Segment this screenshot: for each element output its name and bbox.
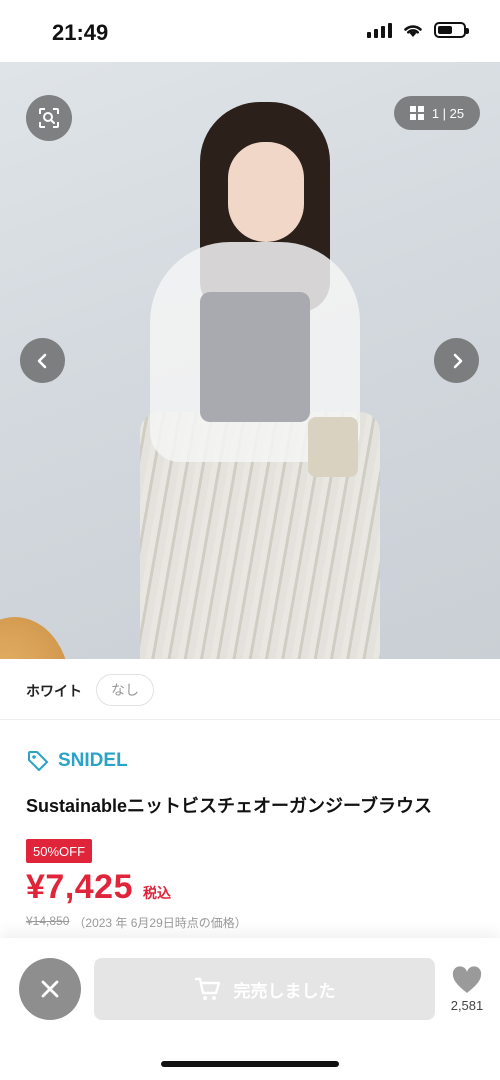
close-icon [41, 980, 59, 998]
signal-icon [367, 22, 392, 38]
product-photo-model [130, 92, 390, 659]
original-price: ¥14,850 [26, 914, 70, 928]
product-photo-prop [0, 617, 70, 659]
bottom-action-bar: 完売しました 2,581 [0, 938, 500, 1080]
previous-image-button[interactable] [20, 338, 65, 383]
sold-out-label: 完売しました [233, 981, 336, 1001]
tax-label: 税込 [143, 885, 171, 901]
price-note: （2023 年 6月29日時点の価格） [73, 916, 247, 930]
next-image-button[interactable] [434, 338, 479, 383]
status-bar: 21:49 [0, 0, 500, 62]
image-counter-button[interactable]: 1 | 25 [394, 96, 480, 130]
brand-name: SNIDEL [58, 750, 128, 771]
favorite-button[interactable]: 2,581 [444, 966, 490, 1013]
price-row: ¥7,425 税込 [26, 868, 171, 907]
sold-out-button[interactable]: 完売しました [94, 958, 435, 1020]
size-option-chip[interactable]: なし [96, 674, 154, 706]
product-image-gallery[interactable]: 1 | 25 [0, 62, 500, 659]
wifi-icon [404, 25, 422, 37]
color-label: ホワイト [26, 683, 82, 699]
product-title: Sustainableニットビスチェオーガンジーブラウス [26, 796, 432, 816]
zoom-search-icon [39, 108, 59, 128]
original-price-row: ¥14,850 （2023 年 6月29日時点の価格） [26, 914, 247, 931]
battery-icon [434, 22, 469, 38]
zoom-button[interactable] [26, 95, 72, 141]
cart-icon [194, 977, 220, 1000]
favorite-count: 2,581 [450, 998, 484, 1013]
heart-icon [452, 966, 482, 993]
close-button[interactable] [19, 958, 81, 1020]
status-icons [367, 22, 469, 38]
image-counter: 1 | 25 [431, 105, 465, 121]
chevron-left-icon [37, 353, 46, 368]
variant-selector: ホワイト なし [0, 660, 500, 720]
brand-link[interactable]: SNIDEL [26, 749, 128, 773]
sale-price: ¥7,425 [26, 868, 133, 906]
chevron-right-icon [453, 353, 462, 368]
grid-icon [409, 106, 424, 120]
home-indicator[interactable] [161, 1061, 339, 1067]
status-time: 21:49 [52, 20, 109, 45]
tag-icon [28, 751, 48, 771]
discount-badge: 50%OFF [26, 839, 93, 863]
